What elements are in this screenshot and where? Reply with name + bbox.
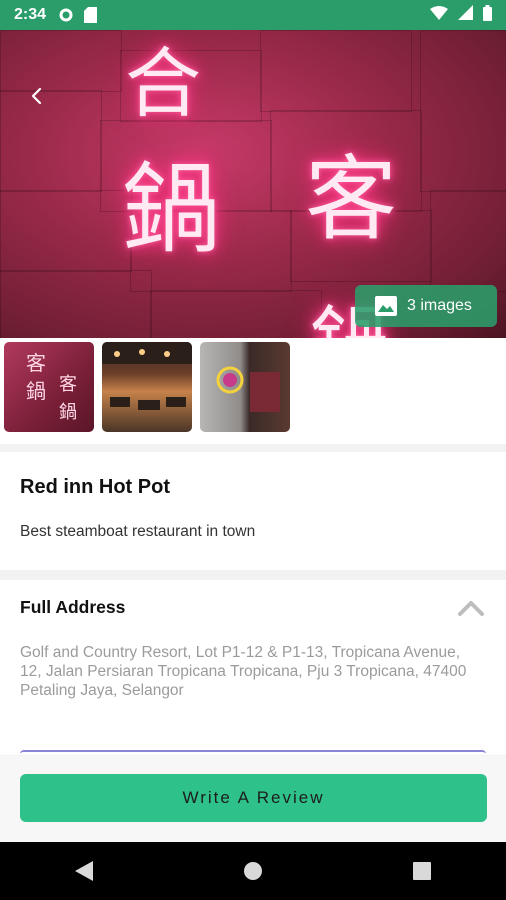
- svg-text:客: 客: [26, 351, 46, 375]
- back-chevron-icon: [31, 87, 42, 105]
- back-button[interactable]: [18, 78, 54, 114]
- collapse-address-button[interactable]: [456, 594, 486, 620]
- restaurant-info-card: Red inn Hot Pot Best steamboat restauran…: [0, 452, 506, 570]
- svg-text:客: 客: [59, 374, 77, 395]
- battery-icon: [483, 4, 492, 26]
- images-count-label: 3 images: [407, 297, 472, 314]
- signal-icon: [458, 5, 473, 25]
- hero-image[interactable]: 合 鍋 客 鍋 3 images: [0, 30, 506, 338]
- address-card: Full Address Golf and Country Resort, Lo…: [0, 580, 506, 755]
- neon-glyph-left-bottom: 鍋: [122, 153, 221, 267]
- thumbnail-strip: 客 鍋 客 鍋: [0, 338, 506, 444]
- bottom-action-bar: Write A Review: [0, 756, 506, 842]
- triangle-back-icon: [75, 861, 94, 881]
- address-heading: Full Address: [20, 597, 126, 617]
- circle-home-icon: [243, 862, 262, 880]
- thumb-dining-hall[interactable]: [102, 342, 192, 432]
- neon-glyph-right-top: 客: [305, 146, 398, 253]
- restaurant-name: Red inn Hot Pot: [20, 476, 170, 498]
- restaurant-description: Best steamboat restaurant in town: [20, 523, 256, 540]
- svg-text:鍋: 鍋: [59, 402, 77, 423]
- sd-card-icon: [84, 7, 98, 23]
- image-icon: [375, 296, 397, 316]
- nav-home-button[interactable]: [223, 851, 283, 891]
- nav-back-button[interactable]: [54, 851, 114, 891]
- status-bar: 2:34: [0, 0, 506, 30]
- write-review-button[interactable]: Write A Review: [20, 774, 487, 822]
- chevron-up-icon: [458, 601, 484, 616]
- svg-text:鍋: 鍋: [26, 379, 46, 403]
- thumb-entrance[interactable]: [200, 342, 290, 432]
- square-recents-icon: [412, 862, 431, 880]
- neon-glyph-left-top: 合: [125, 39, 201, 128]
- nav-recents-button[interactable]: [392, 851, 452, 891]
- address-text: Golf and Country Resort, Lot P1-12 & P1-…: [20, 644, 467, 699]
- system-navigation-bar: [0, 842, 506, 900]
- status-time: 2:34: [14, 6, 47, 23]
- wifi-icon: [430, 5, 448, 25]
- images-count-button[interactable]: 3 images: [355, 285, 497, 327]
- thumb-neon-sign[interactable]: 客 鍋 客 鍋: [4, 342, 94, 432]
- settings-icon: [58, 7, 74, 23]
